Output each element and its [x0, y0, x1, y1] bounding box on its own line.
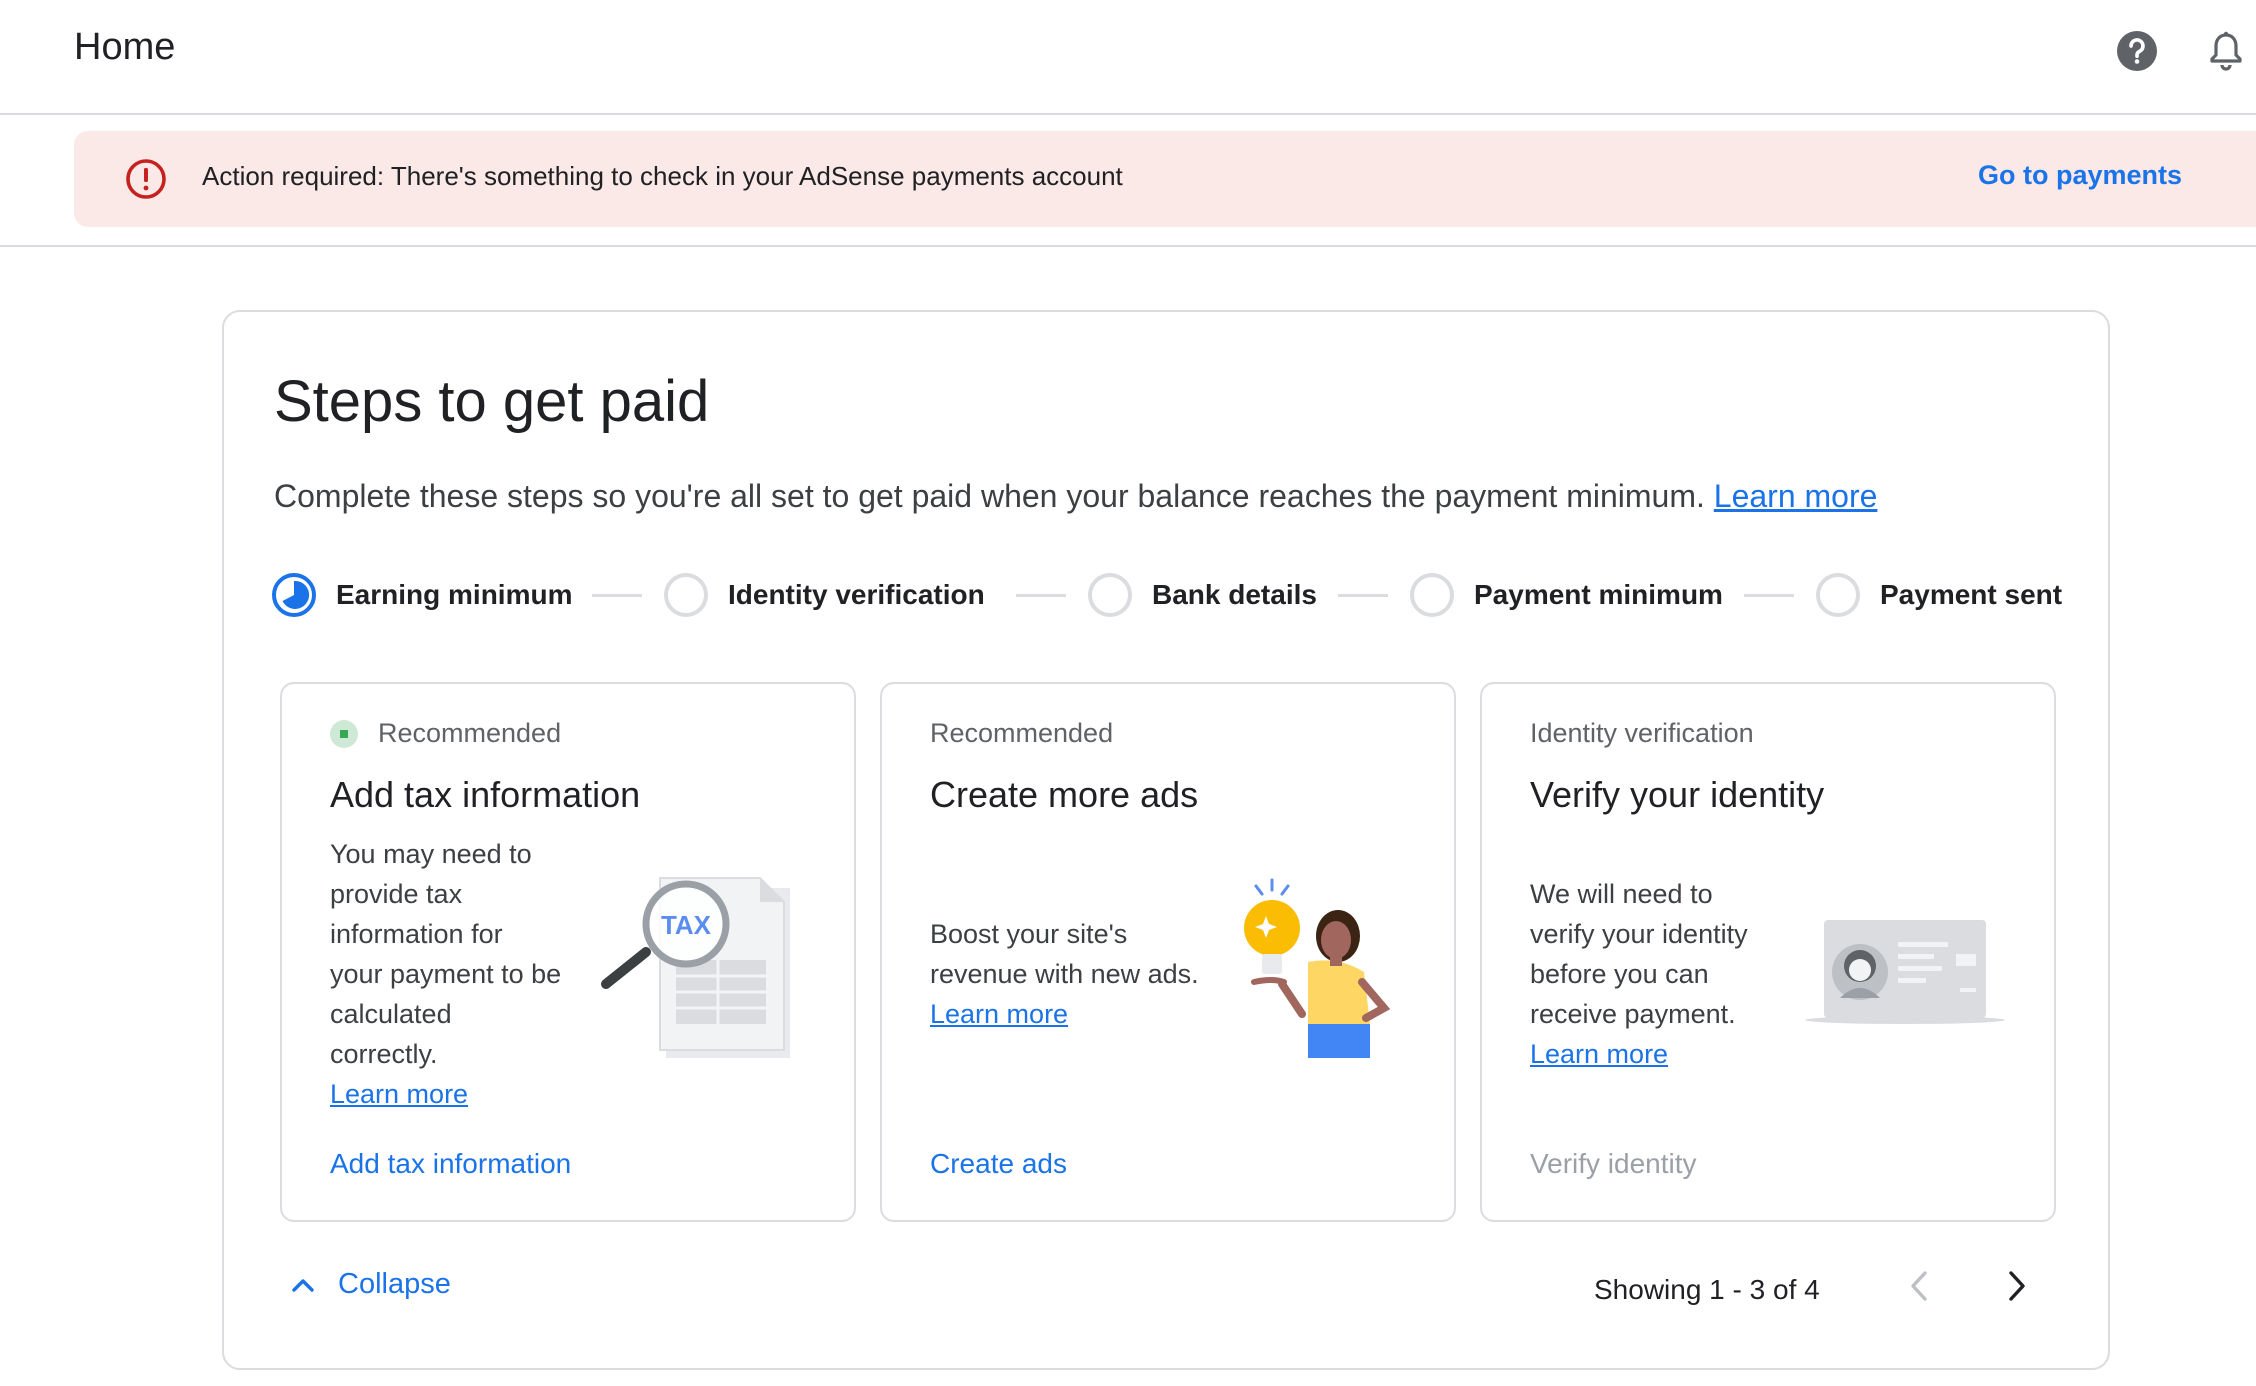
bell-icon[interactable]: [2204, 29, 2248, 73]
task-title: Create more ads: [930, 774, 1199, 815]
learn-more-link[interactable]: Learn more: [330, 1074, 561, 1114]
body-line: revenue with new ads.: [930, 959, 1199, 989]
step-label: Bank details: [1152, 579, 1317, 610]
step-connector: [1744, 594, 1794, 597]
task-title: Verify your identity: [1530, 774, 1825, 815]
step-pending-icon: [1088, 573, 1132, 617]
step-connector: [592, 594, 642, 597]
step-bank-details: Bank details: [1088, 570, 1317, 620]
chevron-right-icon: [2009, 1271, 2025, 1301]
step-pending-icon: [664, 573, 708, 617]
next-page-button[interactable]: [1992, 1262, 2040, 1310]
task-tag-label: Recommended: [930, 718, 1114, 748]
go-to-payments-link[interactable]: Go to payments: [1978, 160, 2182, 191]
task-title: Add tax information: [330, 774, 641, 815]
card-description: Complete these steps so you're all set t…: [274, 478, 1877, 515]
payments-alert: Action required: There's something to ch…: [74, 131, 2256, 227]
body-line: receive payment.: [1530, 999, 1736, 1029]
page-title: Home: [74, 26, 176, 68]
steps-to-get-paid-card: Steps to get paid Complete these steps s…: [222, 310, 2110, 1370]
top-bar: Home: [0, 0, 2256, 115]
card-title: Steps to get paid: [274, 369, 710, 434]
task-card-create-ads: Recommended Create more ads Boost your s…: [880, 682, 1456, 1222]
task-body: We will need to verify your identity bef…: [1530, 874, 1748, 1074]
progress-stepper: Earning minimum Identity verification Ba…: [272, 570, 2092, 620]
body-line: You may need to: [330, 839, 532, 869]
id-card-illustration: [1805, 920, 2005, 1024]
step-payment-sent: Payment sent: [1816, 570, 2062, 620]
task-card-tax: Recommended Add tax information You may …: [280, 682, 856, 1222]
step-identity-verification: Identity verification: [664, 570, 985, 620]
body-line: calculated: [330, 999, 452, 1029]
learn-more-link[interactable]: Learn more: [1530, 1034, 1748, 1074]
chevron-left-icon: [1911, 1271, 1927, 1301]
create-ads-button[interactable]: Create ads: [930, 1148, 1067, 1180]
alert-message: Action required: There's something to ch…: [202, 161, 1123, 191]
step-label: Earning minimum: [336, 579, 573, 610]
alert-section: Action required: There's something to ch…: [0, 115, 2256, 247]
help-circle-icon[interactable]: [2115, 29, 2159, 73]
recommended-dot-icon: [330, 719, 358, 748]
tax-document-illustration: TAX: [601, 877, 790, 1058]
step-payment-minimum: Payment minimum: [1410, 570, 1723, 620]
step-label: Payment sent: [1880, 579, 2063, 610]
task-tag: Recommended: [330, 718, 561, 749]
step-pending-icon: [1410, 573, 1454, 617]
learn-more-link[interactable]: Learn more: [930, 994, 1199, 1034]
collapse-button[interactable]: Collapse: [288, 1268, 451, 1301]
step-label: Payment minimum: [1474, 579, 1723, 610]
collapse-label: Collapse: [338, 1268, 451, 1300]
task-tag: Identity verification: [1530, 718, 1754, 749]
pagination-status: Showing 1 - 3 of 4: [1594, 1274, 1820, 1305]
step-earning-minimum: Earning minimum: [272, 570, 572, 620]
step-connector: [1016, 594, 1066, 597]
body-line: your payment to be: [330, 959, 562, 989]
step-label: Identity verification: [728, 579, 985, 610]
body-line: before you can: [1530, 959, 1709, 989]
task-tag-label: Recommended: [378, 718, 562, 748]
step-pending-icon: [1816, 573, 1860, 617]
lightbulb-person-illustration: [1244, 878, 1391, 1058]
description-text: Complete these steps so you're all set t…: [274, 478, 1705, 514]
task-tag-label: Identity verification: [1530, 718, 1754, 748]
task-body: Boost your site's revenue with new ads. …: [930, 914, 1199, 1034]
task-card-verify-identity: Identity verification Verify your identi…: [1480, 682, 2056, 1222]
body-line: provide tax: [330, 879, 463, 909]
error-icon: [124, 157, 168, 201]
add-tax-information-button[interactable]: Add tax information: [330, 1148, 571, 1180]
body-line: information for: [330, 919, 503, 949]
body-line: verify your identity: [1530, 919, 1748, 949]
body-line: We will need to: [1530, 879, 1713, 909]
task-tag: Recommended: [930, 718, 1113, 749]
prev-page-button[interactable]: [1896, 1262, 1944, 1310]
task-body: You may need to provide tax information …: [330, 834, 561, 1114]
step-connector: [1338, 594, 1388, 597]
learn-more-link[interactable]: Learn more: [1714, 478, 1878, 514]
body-line: correctly.: [330, 1039, 438, 1069]
body-line: Boost your site's: [930, 919, 1128, 949]
verify-identity-button: Verify identity: [1530, 1148, 1697, 1179]
step-in-progress-icon: [272, 573, 316, 617]
tax-illustration-label: TAX: [661, 910, 712, 940]
chevron-up-icon: [292, 1278, 314, 1292]
